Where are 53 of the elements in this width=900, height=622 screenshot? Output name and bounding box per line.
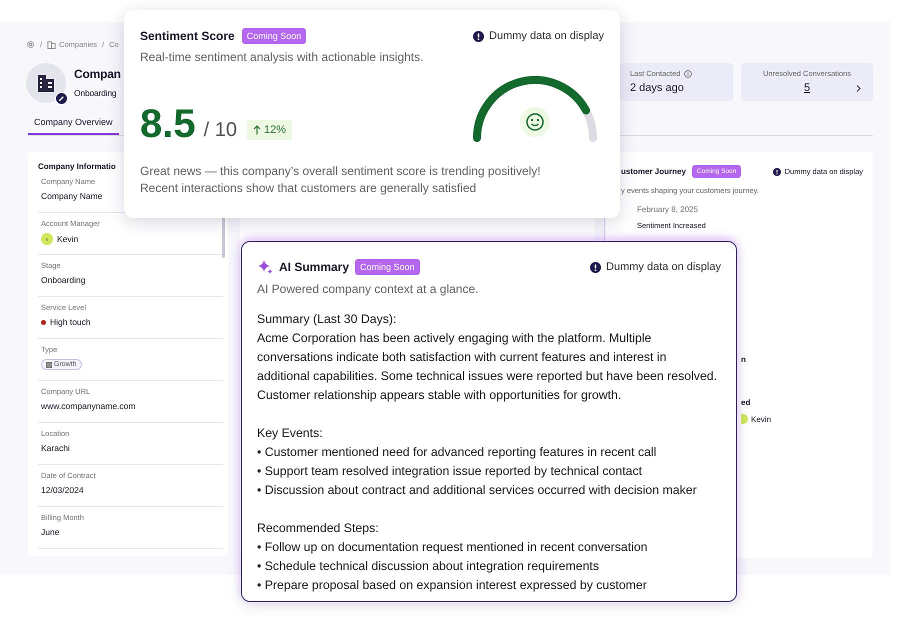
field-value: June xyxy=(41,527,60,537)
sentiment-score: 8.5 xyxy=(140,104,196,144)
bullet-item: • Prepare proposal based on expansion interest expressed by customer xyxy=(257,577,648,594)
info-icon xyxy=(684,70,692,78)
smiley-icon xyxy=(520,107,550,137)
coming-soon-badge: Coming Soon xyxy=(355,259,420,275)
notice-text: Dummy data on display xyxy=(489,30,604,42)
section-heading: Recommended Steps: xyxy=(257,520,380,537)
summary-paragraph: Acme Corporation has been actively engaging with the platform. Multiple conversations indicate both satisfaction with current features and interest in additional capabilities. Some technical issues were reported but have been resolved. Customer relationship appears stable with opportunities for growth. xyxy=(257,330,718,404)
company-avatar xyxy=(26,63,66,103)
bullet-item: • Discussion about contract and additional services occurred with decision maker xyxy=(257,482,698,499)
field-value: High touch xyxy=(50,317,91,327)
arrow-up-icon xyxy=(252,125,261,135)
card-subtitle: Real-time sentiment analysis with actionable insights. xyxy=(140,50,424,64)
sentiment-message: Great news — this company’s overall sentiment score is trending positively! Recent interactions show that customers are generally satisfied xyxy=(140,163,542,197)
field-value: www.companyname.com xyxy=(41,401,136,411)
alert-icon xyxy=(772,168,781,176)
alert-icon xyxy=(473,30,484,42)
bullet-item: • Support team resolved integration issue reported by technical contact xyxy=(257,463,644,480)
avatar xyxy=(741,414,748,424)
stat-value: 5 xyxy=(804,82,810,94)
company-name: Compan xyxy=(74,67,121,81)
grid-icon xyxy=(46,362,52,368)
bullet-item: • Customer mentioned need for advanced reporting features in recent call xyxy=(257,444,658,461)
event-text: ed xyxy=(741,398,750,407)
person-name: Kevin xyxy=(751,414,772,424)
stat-value: 2 days ago xyxy=(630,82,684,94)
bullet-item: • Follow up on documentation request mentioned in recent conversation xyxy=(257,539,649,556)
field-value: Onboarding xyxy=(41,275,86,285)
field-value: Karachi xyxy=(41,443,70,453)
panel-title: ustomer Journey xyxy=(621,167,686,176)
field-value: 12/03/2024 xyxy=(41,485,84,495)
chevron-right-icon xyxy=(856,84,861,92)
alert-icon xyxy=(590,262,602,272)
tab[interactable]: Company Overview xyxy=(28,117,119,135)
event-date: February 8, 2025 xyxy=(637,205,699,214)
field-value: Kevin xyxy=(57,234,78,244)
section-heading: Key Events: xyxy=(257,425,324,442)
gear-icon[interactable] xyxy=(26,40,35,48)
company-stage: Onboarding xyxy=(74,88,118,98)
card-subtitle: AI Powered company context at a glance. xyxy=(257,282,480,296)
notice-text: Dummy data on display xyxy=(606,261,721,273)
card-title: Sentiment Score xyxy=(140,29,235,43)
card-title: AI Summary xyxy=(279,260,350,274)
score-max: / 10 xyxy=(204,119,237,142)
field-value: Company Name xyxy=(41,191,102,201)
change-chip: 12% xyxy=(246,120,292,140)
section-heading: Summary (Last 30 Days): xyxy=(257,311,398,328)
coming-soon-badge: Coming Soon xyxy=(242,28,306,44)
sparkle-icon xyxy=(257,259,273,275)
bullet-item: • Schedule technical discussion about integration requirements xyxy=(257,558,600,575)
building-icon xyxy=(47,40,56,48)
event-text: n xyxy=(741,355,746,364)
